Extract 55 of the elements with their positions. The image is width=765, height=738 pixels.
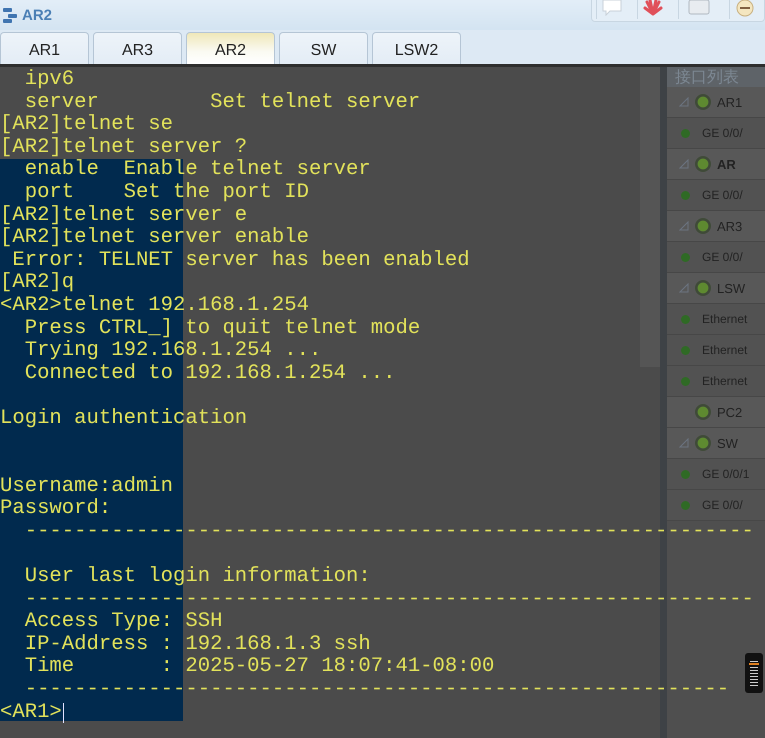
terminal-line: [AR2]telnet server enable	[0, 227, 310, 250]
terminal-line: IP-Address : 192.168.1.3 ssh	[24, 634, 372, 656]
session-tab[interactable]: AR1	[0, 32, 89, 64]
expander-icon[interactable]	[679, 159, 689, 169]
terminal-line: Username:admin	[0, 476, 174, 498]
dashed-rule: -----------------------------------------------------------	[24, 520, 754, 544]
terminal-line: enable Enable telnet server	[24, 159, 372, 182]
splitter-handle[interactable]	[660, 67, 667, 738]
dashed-rule: ---------------------------------------------------------	[24, 679, 730, 702]
terminal-line: Password:	[0, 498, 112, 521]
session-tab[interactable]: AR2	[186, 32, 275, 64]
topology-icon	[2, 6, 18, 24]
terminal-line: [AR2]telnet server e	[0, 204, 248, 227]
command-prompt: <AR1>	[0, 702, 62, 724]
status-dot-icon	[681, 346, 690, 354]
status-dot-icon	[681, 314, 690, 324]
terminal-line: Trying 192.168.1.254 ...	[24, 340, 322, 363]
status-dot-icon	[681, 376, 690, 386]
status-dot-icon	[681, 190, 690, 200]
scale-slider[interactable]	[745, 653, 763, 693]
terminal-line: Press CTRL_] to quit telnet mode	[24, 318, 422, 340]
terminal-line: <AR2>telnet 192.168.1.254	[0, 294, 310, 318]
terminal-line: Access Type: SSH	[24, 611, 224, 634]
terminal-line: ipv6	[24, 69, 76, 92]
device-status-icon	[695, 94, 711, 110]
dashed-rule: -----------------------------------------------------------	[24, 588, 754, 612]
terminal-line: port Set the port ID	[24, 182, 310, 205]
device-status-icon	[695, 156, 711, 172]
session-tab[interactable]: LSW2	[372, 32, 461, 64]
status-dot-icon	[681, 128, 690, 138]
status-dot-icon	[681, 500, 690, 510]
expander-icon[interactable]	[679, 221, 689, 231]
terminal-line: server Set telnet server	[24, 92, 422, 114]
terminal-line: [AR2]telnet se	[0, 114, 174, 137]
terminal-line: Login authentication	[0, 408, 248, 430]
device-status-icon	[695, 280, 711, 296]
expander-icon[interactable]	[679, 438, 689, 448]
window-title: AR2	[22, 6, 52, 24]
terminal-line: [AR2]telnet server ?	[0, 136, 248, 159]
scrollbar[interactable]	[640, 67, 660, 367]
device-status-icon	[695, 435, 711, 451]
session-tab[interactable]: AR3	[93, 32, 182, 64]
terminal-line: Error: TELNET server has been enabled	[11, 250, 471, 272]
device-status-icon	[695, 404, 711, 420]
terminal-line: User last login information:	[24, 566, 372, 589]
device-status-icon	[695, 218, 711, 234]
terminal-line: Connected to 192.168.1.254 ...	[24, 362, 396, 386]
text-cursor	[62, 702, 64, 723]
terminal-line: Time : 2025-05-27 18:07:41-08:00	[24, 656, 496, 680]
expander-icon[interactable]	[679, 97, 689, 107]
session-tab[interactable]: SW	[279, 32, 368, 64]
status-dot-icon	[681, 252, 690, 262]
status-dot-icon	[681, 470, 690, 478]
terminal-line: [AR2]q	[0, 272, 76, 295]
expander-icon[interactable]	[679, 283, 689, 293]
